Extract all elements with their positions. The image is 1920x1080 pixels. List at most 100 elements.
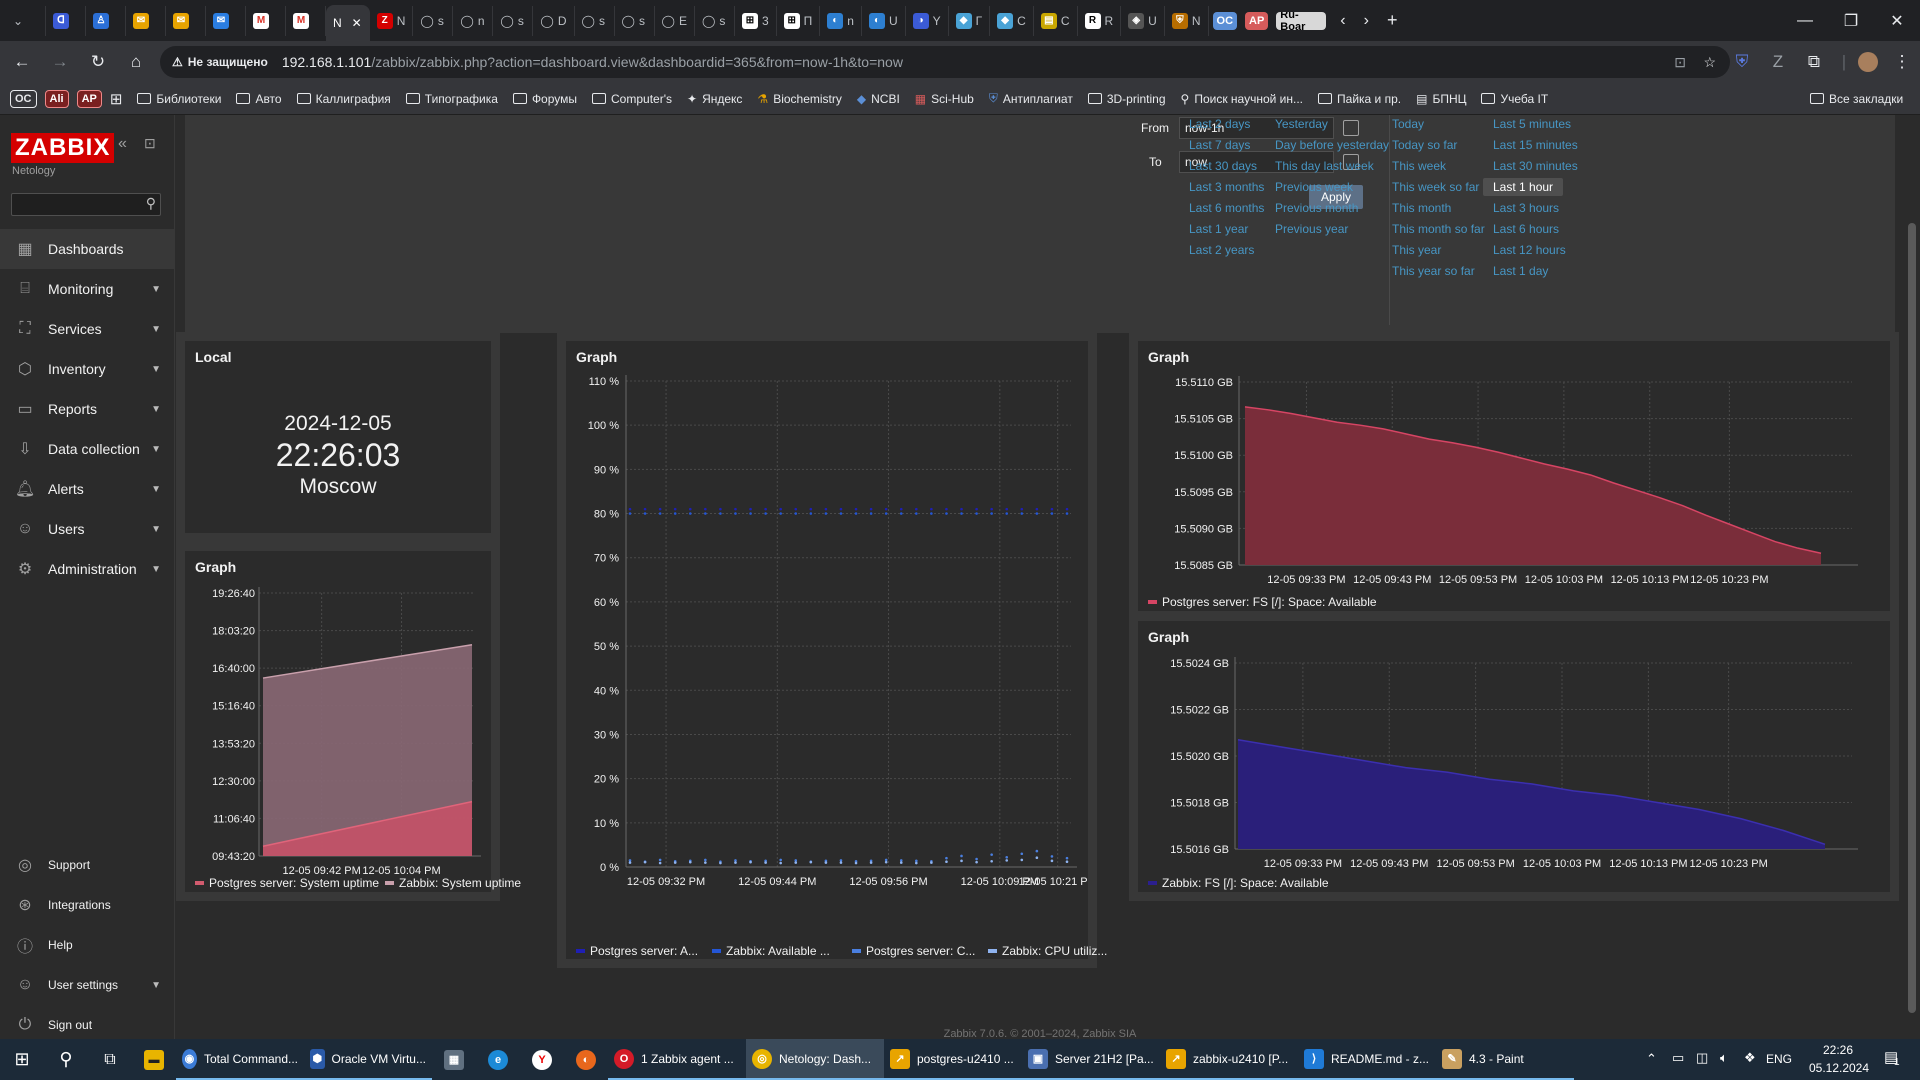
quick-range-link[interactable]: Last 1 day	[1493, 264, 1548, 278]
close-window-icon[interactable]: ✕	[1874, 0, 1920, 41]
quick-range-link[interactable]: Previous week	[1275, 180, 1353, 194]
tab[interactable]: ✉	[166, 5, 206, 36]
nav-integrations[interactable]: ⊛ Integrations	[0, 887, 175, 923]
apps-icon[interactable]: ⊞	[110, 90, 123, 108]
quick-range-link[interactable]: Last 12 hours	[1493, 243, 1566, 257]
quick-range-link[interactable]: This month	[1392, 201, 1451, 215]
edge-icon[interactable]: e	[476, 1039, 520, 1080]
taskbar-app[interactable]: ↗ postgres-u2410 ...	[884, 1039, 1022, 1080]
bookmark-folder[interactable]: Типографика	[405, 92, 498, 106]
search-input[interactable]: ⚲	[11, 193, 161, 216]
bookmark-link[interactable]: ⚲ Поиск научной ин...	[1181, 92, 1303, 106]
nav-help[interactable]: ⓘ Help	[0, 927, 175, 963]
tab[interactable]: ⛨ N	[1165, 5, 1209, 36]
cpu-graph[interactable]: 110 % 100 % 90 % 80 % 70 % 60 % 50 % 40 % 30 % 20…	[566, 341, 1088, 959]
quick-range-link[interactable]: Last 2 days	[1189, 117, 1250, 131]
tab[interactable]: ✉	[126, 5, 166, 36]
extensions-puzzle-icon[interactable]: ⧉	[1798, 46, 1830, 78]
scrollbar[interactable]	[1904, 115, 1920, 1039]
bookmark-link[interactable]: ▦ Sci-Hub	[915, 92, 974, 106]
back-icon[interactable]: ←	[6, 46, 38, 78]
bookmark-folder[interactable]: Библиотеки	[137, 92, 221, 106]
tab[interactable]: ◯ D	[533, 5, 575, 36]
bookmark-folder[interactable]: Пайка и пр.	[1318, 92, 1401, 106]
taskbar-app[interactable]: ↗ zabbix-u2410 [P...	[1160, 1039, 1298, 1080]
tab-group-badge[interactable]: OC	[1212, 11, 1238, 30]
url-text[interactable]: 192.168.1.101/zabbix/zabbix.php?action=d…	[282, 54, 903, 70]
scroll-tabs-right-icon[interactable]: ›	[1364, 12, 1369, 30]
zabbix-logo[interactable]: ZABBIX	[11, 133, 115, 163]
nav-dashboards[interactable]: ▦ Dashboards	[0, 229, 175, 269]
quick-range-link[interactable]: This week	[1392, 159, 1446, 173]
tab[interactable]: M	[246, 5, 286, 36]
quick-range-link[interactable]: Day before yesterday	[1275, 138, 1389, 152]
tab[interactable]: ◑ Y	[906, 5, 949, 36]
task-view-icon[interactable]: ⧉	[88, 1039, 132, 1080]
bookmark-folder[interactable]: Форумы	[512, 92, 577, 106]
file-explorer-icon[interactable]: ▬	[132, 1039, 176, 1080]
extension-shield-icon[interactable]: ⛨	[1726, 46, 1758, 78]
taskbar-app[interactable]: ⬢ Oracle VM Virtu...	[304, 1039, 432, 1080]
taskbar-app[interactable]: ✎ 4.3 - Paint	[1436, 1039, 1574, 1080]
scroll-tabs-left-icon[interactable]: ‹	[1340, 12, 1345, 30]
tab[interactable]: ◯ s	[575, 5, 615, 36]
taskbar-app[interactable]: ▣ Server 21H2 [Pa...	[1022, 1039, 1160, 1080]
quick-range-link[interactable]: Last 3 months	[1189, 180, 1264, 194]
taskbar-app[interactable]: ⟩ README.md - z...	[1298, 1039, 1436, 1080]
collapse-sidebar-icon[interactable]: «	[118, 135, 127, 153]
tab-active[interactable]: N ✕	[326, 5, 370, 41]
bookmark-folder[interactable]: Computer's	[592, 92, 672, 106]
tab[interactable]: ✉	[206, 5, 246, 36]
tab-group-badge[interactable]: Ru-Boar	[1276, 11, 1327, 30]
tab[interactable]: ◯ E	[655, 5, 695, 36]
tray-clock-time[interactable]: 22:26	[1808, 1043, 1868, 1057]
taskbar-app[interactable]: ◉ Total Command...	[176, 1039, 304, 1080]
tab[interactable]: ◆ C	[990, 5, 1034, 36]
home-icon[interactable]: ⌂	[120, 46, 152, 78]
tray-network-icon[interactable]: ▭	[1672, 1050, 1684, 1066]
taskbar-app-active[interactable]: ◎ Netology: Dash...	[746, 1039, 884, 1080]
quick-range-link[interactable]: Last 30 days	[1189, 159, 1257, 173]
quick-range-link[interactable]: This month so far	[1392, 222, 1485, 236]
nav-monitoring[interactable]: ⌸ Monitoring ▼	[0, 269, 175, 309]
tab[interactable]: ◯ s	[615, 5, 655, 36]
tab[interactable]: ◯ s	[413, 5, 454, 36]
calendar-icon[interactable]	[1343, 120, 1359, 136]
quick-range-link[interactable]: Last 5 minutes	[1493, 117, 1571, 131]
quick-range-link[interactable]: This day last week	[1275, 159, 1374, 173]
tab-group-badge[interactable]: AP	[1245, 11, 1269, 30]
quick-range-link[interactable]: Last 2 years	[1189, 243, 1254, 257]
tab[interactable]: ♙	[86, 5, 126, 36]
tab-list-button[interactable]: ⌄	[6, 5, 46, 36]
browser-menu-icon[interactable]: ⋮	[1886, 46, 1918, 78]
quick-range-link[interactable]: Last 6 hours	[1493, 222, 1559, 236]
nav-inventory[interactable]: ⬡ Inventory ▼	[0, 349, 175, 389]
all-bookmarks[interactable]: Все закладки	[1810, 92, 1903, 106]
translate-icon[interactable]: ⊡	[1674, 54, 1686, 71]
bookmark-link[interactable]: ▤ БПНЦ	[1416, 92, 1466, 106]
close-icon[interactable]: ✕	[352, 16, 362, 30]
quick-range-link[interactable]: Last 1 hour	[1483, 178, 1564, 196]
kiosk-mode-icon[interactable]: ⊡	[144, 135, 156, 152]
quick-range-link[interactable]: Last 30 minutes	[1493, 159, 1578, 173]
bookmark-folder[interactable]: Каллиграфия	[296, 92, 391, 106]
tab[interactable]: ◈ U	[1121, 5, 1165, 36]
profile-avatar[interactable]	[1852, 46, 1884, 78]
quick-range-link[interactable]: Last 1 year	[1189, 222, 1248, 236]
quick-range-link[interactable]: Last 15 minutes	[1493, 138, 1578, 152]
quick-range-link[interactable]: This week so far	[1392, 180, 1479, 194]
bookmark-badge[interactable]: OC	[10, 89, 37, 108]
minimize-icon[interactable]: —	[1782, 0, 1828, 41]
tab[interactable]: ◯ s	[695, 5, 735, 36]
tab[interactable]: ◆ Г	[949, 5, 991, 36]
bookmark-link[interactable]: ✦ Яндекс	[687, 92, 742, 106]
tray-clock-date[interactable]: 05.12.2024	[1803, 1061, 1875, 1075]
nav-user-settings[interactable]: ☺ User settings ▼	[0, 967, 175, 1003]
tab[interactable]: ⊞ 3	[735, 5, 777, 36]
tray-volume-icon[interactable]: 🔈︎	[1720, 1050, 1728, 1066]
bookmark-link[interactable]: ◆ NCBI	[857, 92, 900, 106]
bookmark-badge[interactable]: AP	[76, 89, 102, 108]
bookmark-folder[interactable]: 3D-printing	[1087, 92, 1166, 106]
tray-chevron-up-icon[interactable]: ⌃	[1646, 1051, 1657, 1067]
nav-alerts[interactable]: 🔔︎ Alerts ▼	[0, 469, 175, 509]
